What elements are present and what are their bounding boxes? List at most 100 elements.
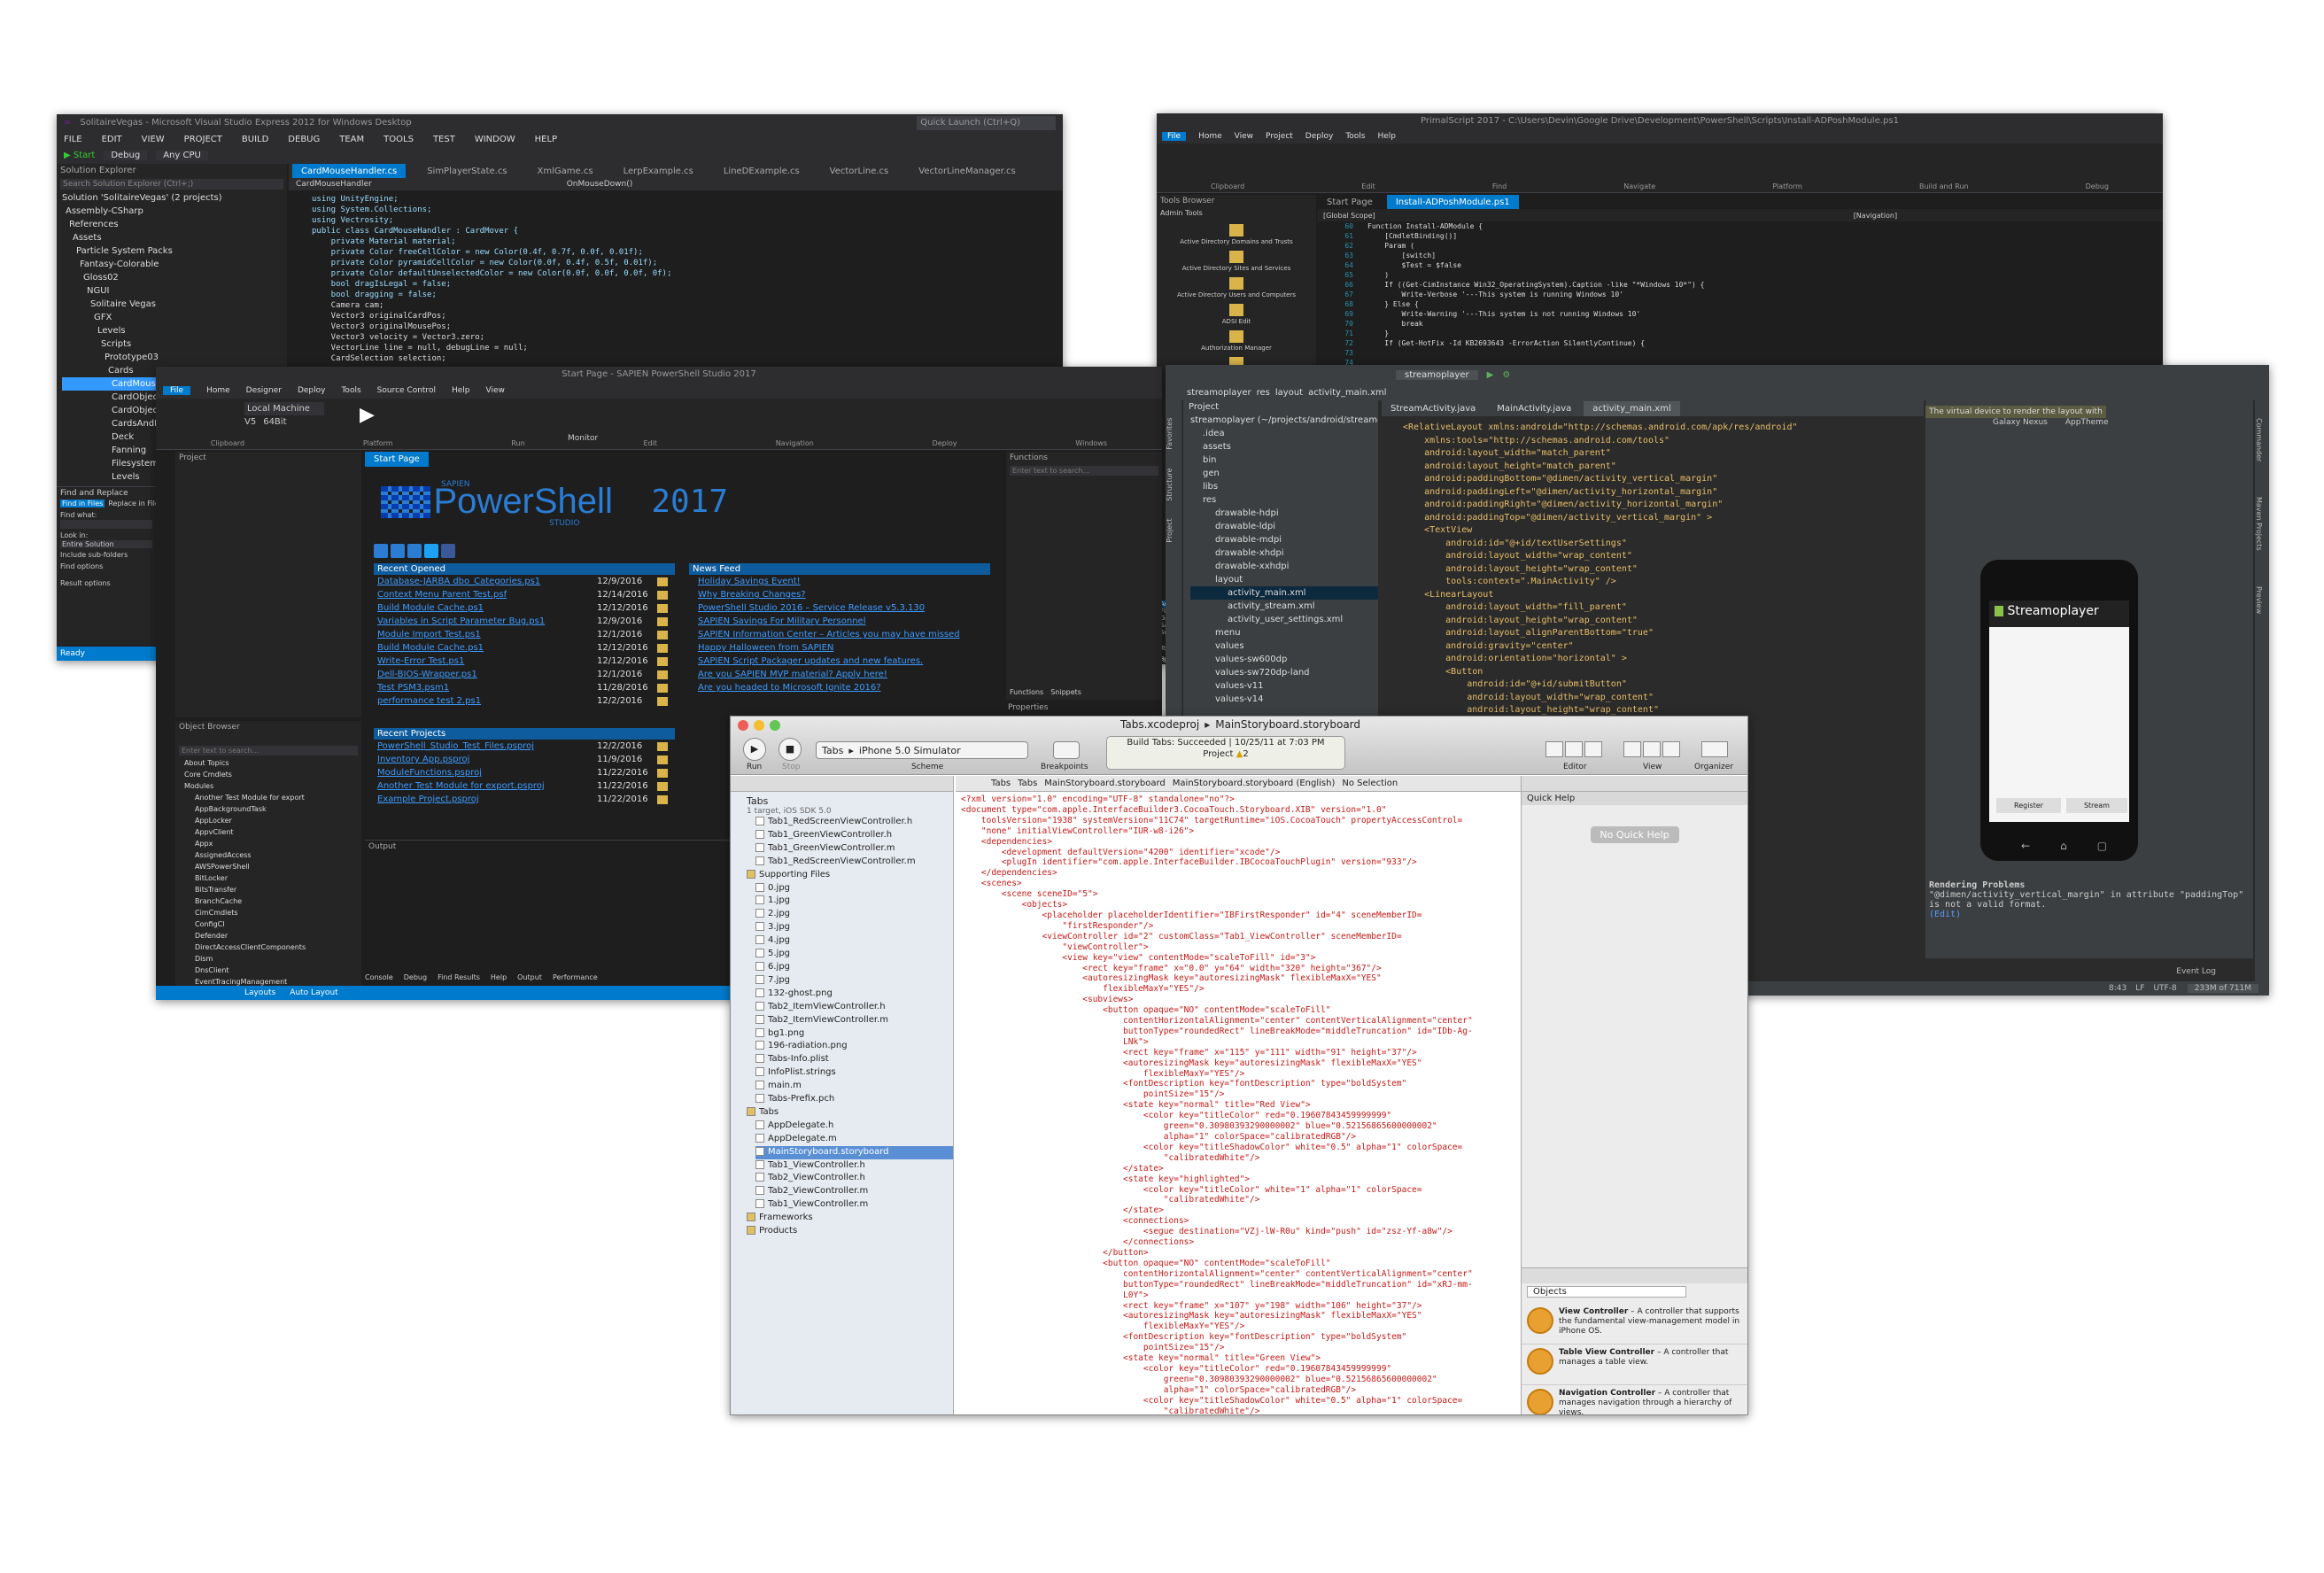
ps-ribbon-tab[interactable]: Home [1198,132,1222,141]
folder-icon[interactable] [657,769,668,778]
folder-icon[interactable] [657,742,668,751]
config-select[interactable]: Debug [104,150,148,160]
news-item[interactable]: Are you headed to Microsoft Ignite 2016? [698,681,990,694]
register-button[interactable]: Register [1996,798,2061,813]
recent-item[interactable]: Build Module Cache.ps1 12/12/2016 [374,641,675,655]
run-button[interactable]: ▶ [360,404,375,426]
news-item[interactable]: Holiday Savings Event! [698,575,990,588]
ps-tool-item[interactable]: ADSI Edit [1157,304,1316,325]
vs-menu-item[interactable]: DEBUG [288,135,320,144]
file-item[interactable]: Tab1_ViewController.m [755,1198,953,1212]
solution-tree-item[interactable]: Prototype03 [62,351,287,364]
scheme-select[interactable]: Tabs ▸ iPhone 5.0 Simulator [816,741,1028,759]
vs-menu-item[interactable]: FILE [64,135,82,144]
file-item[interactable]: Tab2_ItemViewController.h [755,1001,953,1014]
news-item[interactable]: SAPIEN Savings For Military Personnel [698,615,990,628]
as-breadcrumb-item[interactable]: layout [1275,388,1303,398]
folder-icon[interactable] [657,795,668,804]
pss-ribbon-tab[interactable]: File [163,386,191,395]
pss-ribbon-tab[interactable]: Deploy [298,386,326,395]
object-tree-item[interactable]: Dism [184,953,361,965]
memory-indicator[interactable]: 233M of 711M [2187,984,2258,993]
editor-segment[interactable] [1545,741,1602,757]
solution-tree-item[interactable]: Levels [62,324,287,337]
functions-tab[interactable]: Functions [1010,688,1043,696]
view-segment[interactable] [1623,741,1680,757]
recents-icon[interactable]: ▢ [2097,840,2107,852]
file-item[interactable]: 6.jpg [755,961,953,974]
as-tree-item[interactable]: activity_stream.xml [1190,600,1378,613]
recent-item[interactable]: Write-Error Test.ps1 12/12/2016 [374,655,675,668]
file-item[interactable]: Tab1_GreenViewController.m [755,842,953,856]
project-name[interactable]: Tabs [747,795,953,807]
as-tree-item[interactable]: values-v11 [1190,679,1378,693]
library-item[interactable]: Table View Controller – A controller tha… [1522,1344,1747,1385]
ps-ribbon-tab[interactable]: File [1162,132,1187,141]
as-code-editor[interactable]: <RelativeLayout xmlns:android="http://sc… [1382,416,1924,730]
object-tree-item[interactable]: CimCmdlets [184,907,361,918]
pss-bottom-tab[interactable]: Debug [404,973,427,981]
file-item[interactable]: Products [747,1225,953,1238]
recent-item[interactable]: Inventory App.psproj 11/9/2016 [374,753,675,766]
solution-tree-item[interactable]: Scripts [62,337,287,351]
object-tree-item[interactable]: BranchCache [184,895,361,907]
file-item[interactable]: AppDelegate.m [755,1133,953,1146]
pss-ribbon-tab[interactable]: Tools [341,386,360,395]
as-tree-item[interactable]: gen [1190,467,1378,480]
as-tree-item[interactable]: drawable-mdpi [1190,533,1378,546]
recent-item[interactable]: Module Import Test.ps1 12/1/2016 [374,628,675,641]
as-left-tool[interactable]: Project [1166,518,1174,542]
find-what-input[interactable] [60,520,152,529]
recent-item-name[interactable]: Database-JARBA dbo_Categories.ps1 [377,575,590,588]
folder-icon[interactable] [657,577,668,586]
vs-tab[interactable]: LineDExample.cs [715,164,809,178]
minimize-icon[interactable] [754,720,764,731]
file-item[interactable]: Tab2_ItemViewController.m [755,1014,953,1027]
recent-item-name[interactable]: Dell-BIOS-Wrapper.ps1 [377,668,590,681]
storyboard-xml[interactable]: <?xml version="1.0" encoding="UTF-8" sta… [956,793,1519,1414]
recent-item[interactable]: Variables in Script Parameter Bug.ps1 12/… [374,615,675,628]
recent-item[interactable]: Context Menu Parent Test.psf 12/14/2016 [374,588,675,601]
object-tree-item[interactable]: DnsClient [184,965,361,976]
recent-item[interactable]: Another Test Module for export.psproj 11/… [374,779,675,793]
object-tree-item[interactable]: AWSPowerShell [184,861,361,872]
result-options-toggle[interactable]: Result options [57,572,156,589]
as-right-tool[interactable]: Commander [2255,418,2263,461]
recent-item[interactable]: performance test 2.ps1 12/2/2016 [374,694,675,708]
blog-icon[interactable] [407,544,422,558]
recent-item-name[interactable]: Inventory App.psproj [377,753,590,766]
twitter-icon[interactable] [424,544,438,558]
solution-tree-item[interactable]: Gloss02 [62,271,287,284]
as-tab[interactable]: StreamActivity.java [1382,401,1484,416]
ps-scope-select[interactable]: [Global Scope] [1323,212,1375,220]
solution-tree-item[interactable]: GFX [62,311,287,324]
tab-start-page[interactable]: Start Page [365,452,429,467]
pss-bottom-tab[interactable]: Performance [553,973,598,981]
vs-menu-item[interactable]: HELP [535,135,557,144]
solution-tree-item[interactable]: Solitaire Vegas [62,298,287,311]
as-tree-item[interactable]: .idea [1190,427,1378,440]
as-tree-item[interactable]: drawable-xxhdpi [1190,560,1378,573]
recent-item-name[interactable]: Write-Error Test.ps1 [377,655,590,668]
back-icon[interactable]: ← [2021,840,2030,852]
recent-item[interactable]: ModuleFunctions.psproj 11/22/2016 [374,766,675,779]
jump-bar-item[interactable]: Tabs [991,779,1011,788]
ps-ribbon-tab[interactable]: Help [1377,132,1396,141]
recent-item-name[interactable]: Variables in Script Parameter Bug.ps1 [377,615,590,628]
ps-tab[interactable]: Start Page [1318,195,1382,209]
objects-select[interactable]: Objects [1527,1286,1686,1298]
recent-item-name[interactable]: Example Project.psproj [377,793,590,806]
vs-menu-item[interactable]: PROJECT [184,135,222,144]
jump-bar-item[interactable]: No Selection [1342,779,1398,788]
recent-item[interactable]: PowerShell_Studio_Test_Files.psproj 12/2/… [374,740,675,753]
ps-version-select[interactable]: V5 [244,415,256,429]
as-tree-item[interactable]: values-sw720dp-land [1190,666,1378,679]
auto-layout-toggle[interactable]: Auto Layout [290,988,337,997]
jump-bar-item[interactable]: Tabs [1018,779,1037,788]
solution-tree-item[interactable]: Assets [62,231,287,244]
file-item[interactable]: 3.jpg [755,921,953,934]
ps-tab[interactable]: Install-ADPoshModule.ps1 [1386,195,1519,209]
as-tree-item[interactable]: activity_main.xml [1190,586,1378,600]
ps-tool-item[interactable]: Active Directory Domains and Trusts [1157,224,1316,245]
library-item[interactable]: Navigation Controller – A controller tha… [1522,1385,1747,1414]
